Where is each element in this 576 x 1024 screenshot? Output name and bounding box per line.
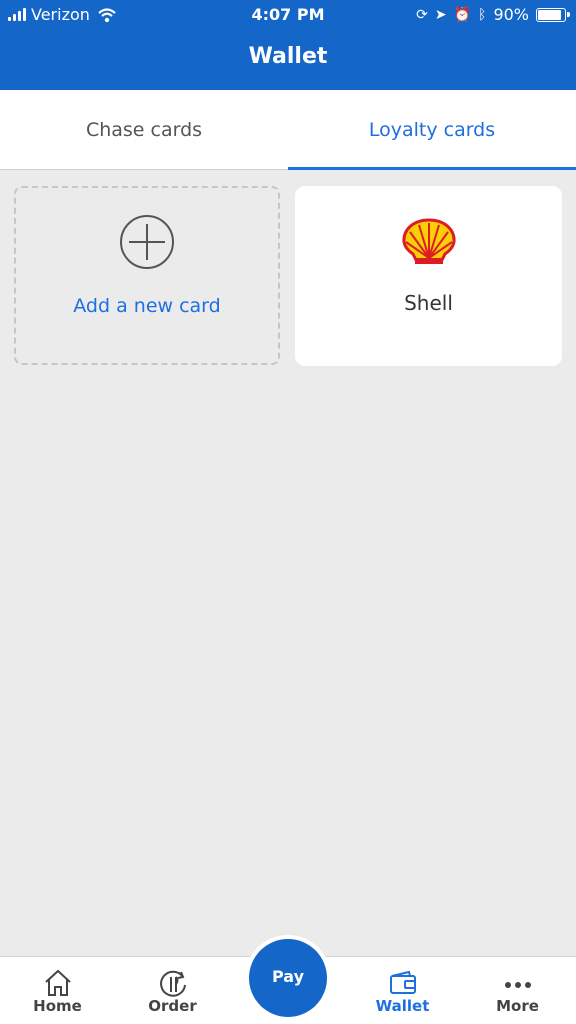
- active-tab-indicator: [288, 167, 576, 170]
- more-icon: [505, 982, 531, 988]
- page-title: Wallet: [248, 44, 328, 69]
- nav-home[interactable]: Home: [0, 957, 115, 1024]
- status-bar: Verizon 4:07 PM ⟳ ➤ ⏰ ᛒ 90%: [0, 0, 576, 30]
- pay-button[interactable]: Pay: [249, 939, 327, 1017]
- nav-more-label: More: [496, 997, 539, 1015]
- card-tabs: Chase cards Loyalty cards: [0, 90, 576, 170]
- add-card-label: Add a new card: [73, 295, 221, 317]
- nav-wallet-label: Wallet: [375, 997, 430, 1015]
- alarm-icon: ⏰: [453, 6, 472, 23]
- tab-loyalty-cards[interactable]: Loyalty cards: [288, 90, 576, 170]
- add-circle-icon: [120, 215, 174, 269]
- shell-logo-icon: [402, 218, 456, 264]
- tab-chase-cards[interactable]: Chase cards: [0, 90, 288, 170]
- nav-home-label: Home: [33, 997, 82, 1015]
- shell-loyalty-card[interactable]: Shell: [295, 186, 562, 366]
- nav-more[interactable]: More: [460, 957, 575, 1024]
- battery-icon: [536, 7, 570, 22]
- location-icon: ➤: [434, 6, 447, 23]
- add-card-button[interactable]: Add a new card: [14, 186, 280, 365]
- bluetooth-icon: ᛒ: [478, 6, 487, 23]
- order-icon: [160, 970, 186, 997]
- home-icon: [45, 969, 71, 996]
- nav-order-label: Order: [148, 997, 197, 1015]
- app-header: Verizon 4:07 PM ⟳ ➤ ⏰ ᛒ 90% Wallet: [0, 0, 576, 90]
- nav-order[interactable]: Order: [115, 957, 230, 1024]
- screen-lock-icon: ⟳: [416, 6, 428, 23]
- battery-percent: 90%: [493, 5, 529, 24]
- wallet-icon: [390, 970, 416, 994]
- card-label: Shell: [404, 291, 453, 315]
- nav-wallet[interactable]: Wallet: [345, 957, 460, 1024]
